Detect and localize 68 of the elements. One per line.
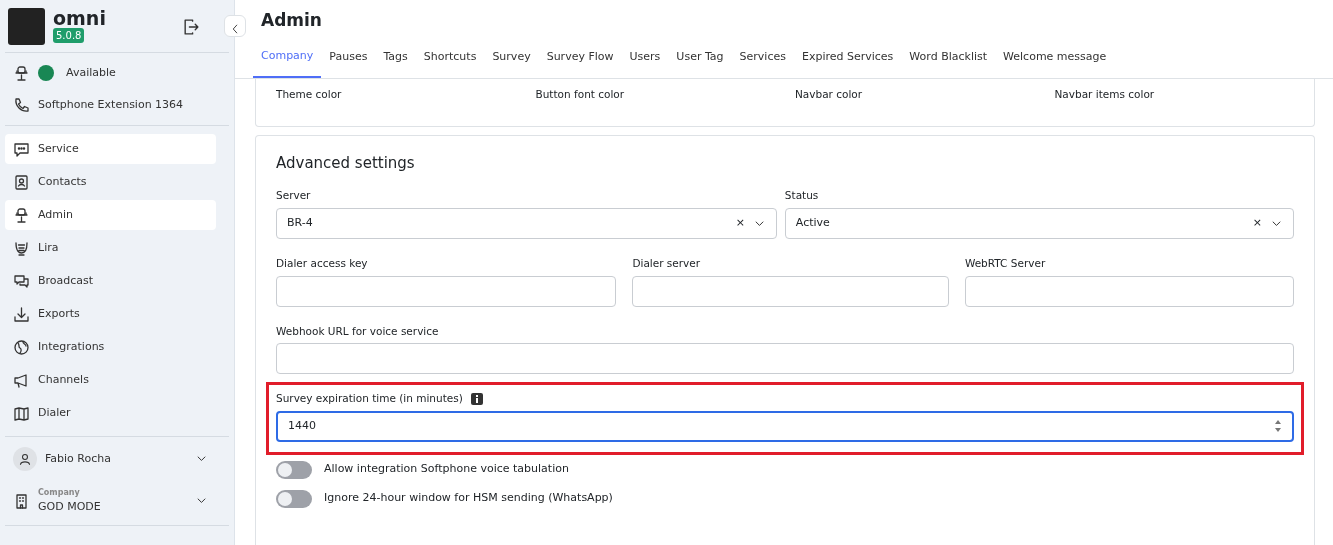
download-icon [13,305,30,323]
map-icon [13,404,30,422]
user-name: Fabio Rocha [45,450,111,467]
page-title: Admin [260,9,323,32]
section-title: Advanced settings [276,152,416,174]
field-label: Navbar color [795,86,864,102]
sidebar-item[interactable]: Channels [5,365,216,395]
number-input-field[interactable]: 1440 [276,411,1294,442]
sidebar-item[interactable]: Integrations [5,332,216,362]
phone-icon [13,96,30,114]
tab[interactable]: Company [253,38,322,78]
field-label: Dialer server [632,255,702,271]
input-field[interactable] [276,343,1294,375]
company-caption: Company [38,486,81,499]
softphone-label: Softphone Extension 1364 [38,96,184,113]
chat-bubbles-icon [13,272,30,290]
field-label: Status [784,188,820,203]
field-label: Theme color [276,86,343,102]
version-badge: 5.0.8 [53,28,85,43]
sidebar-item[interactable]: Exports [5,299,216,329]
info-icon[interactable] [470,393,483,406]
globe-icon [13,338,30,356]
sidebar-item[interactable]: Service [5,134,216,164]
field-label: Webhook URL for voice service [276,323,440,339]
sidebar-item[interactable]: Dialer [5,398,216,428]
sidebar-item[interactable]: Admin [5,200,216,230]
toggle-switch[interactable] [276,489,312,508]
field-label: Survey expiration time (in minutes) [276,391,463,407]
tab[interactable]: Welcome message [995,38,1115,78]
tab[interactable]: Word Blacklist [901,38,996,78]
field-label: Button font color [535,86,626,102]
tab[interactable]: Expired Services [793,38,902,78]
sidebar-item[interactable]: Contacts [5,167,216,197]
field-label: Server [276,188,312,203]
megaphone-icon [13,371,30,389]
brand-name: omni [53,9,106,28]
toggle-switch[interactable] [276,460,312,479]
logout-icon [182,17,200,36]
logo-image [8,7,45,45]
tab[interactable]: Pauses [321,38,376,78]
user-silhouette-icon [18,452,32,466]
tab[interactable]: Services [731,38,794,78]
contact-card-icon [13,173,30,191]
building-icon [13,492,30,510]
chat-bubble-icon [13,140,30,158]
sidebar-item[interactable]: Lira [5,233,216,263]
tab[interactable]: Survey [484,38,539,78]
tab[interactable]: Tags [375,38,416,78]
tab[interactable]: Shortcuts [415,38,485,78]
field-label: Dialer access key [276,255,369,271]
collapse-sidebar-button[interactable] [224,15,246,37]
clear-icon[interactable]: × [735,215,745,232]
input-field[interactable] [276,275,617,307]
toggle-label: Ignore 24-hour window for HSM sending (WhatsApp) [324,490,613,507]
select-field[interactable]: Active × [784,207,1294,239]
tab[interactable]: Users [621,38,669,78]
toggle-label: Allow integration Softphone voice tabulation [324,461,569,478]
clear-icon[interactable]: × [1252,215,1262,232]
tab[interactable]: User Tag [668,38,732,78]
select-field[interactable]: BR-4 × [276,207,777,239]
input-field[interactable] [632,275,949,307]
field-label: Navbar items color [1054,86,1156,102]
status-label[interactable]: Available [66,64,116,82]
field-label: WebRTC Server [964,255,1047,271]
sidebar-item[interactable]: Broadcast [5,266,216,296]
input-field[interactable] [964,275,1294,307]
company-name: GOD MODE [38,498,101,515]
tab[interactable]: Survey Flow [538,38,622,78]
